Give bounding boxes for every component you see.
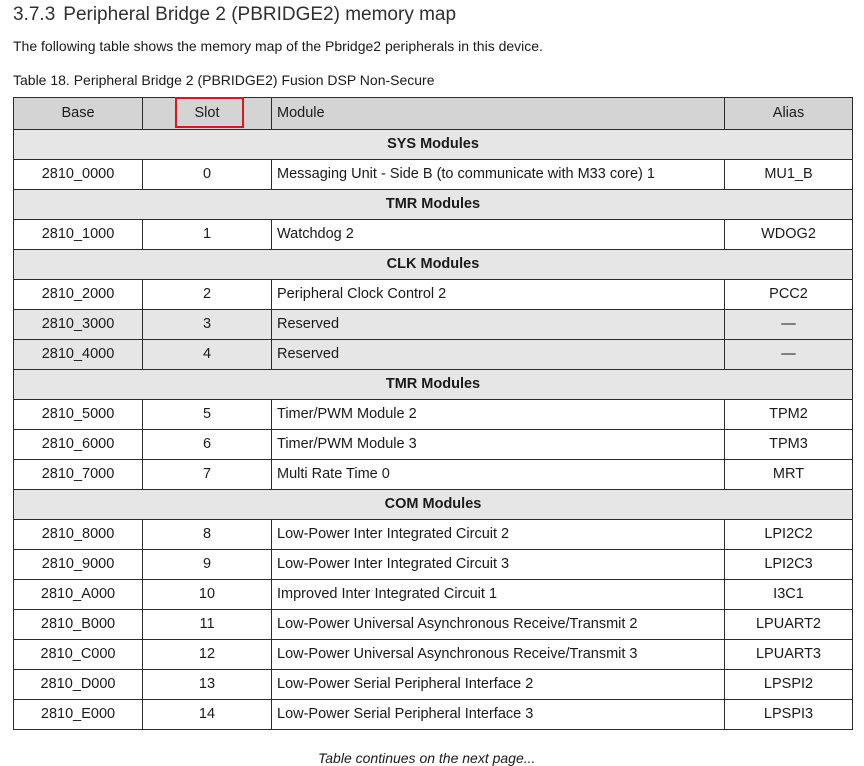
table-header-row: Base Slot Module Alias — [13, 97, 853, 130]
cell-base: 2810_D000 — [13, 669, 143, 700]
table-row: 2810_4000 4 Reserved — — [13, 339, 853, 370]
table-row: 2810_E000 14 Low-Power Serial Peripheral I… — [13, 699, 853, 730]
cell-module: Low-Power Universal Asynchronous Receive… — [271, 609, 725, 640]
cell-module: Improved Inter Integrated Circuit 1 — [271, 579, 725, 610]
cell-module: Watchdog 2 — [271, 219, 725, 250]
cell-slot: 4 — [142, 339, 272, 370]
table-row: 2810_5000 5 Timer/PWM Module 2 TPM2 — [13, 399, 853, 430]
cell-module: Reserved — [271, 309, 725, 340]
group-row: CLK Modules — [13, 249, 853, 280]
cell-base: 2810_C000 — [13, 639, 143, 670]
cell-module: Reserved — [271, 339, 725, 370]
group-label: TMR Modules — [13, 369, 853, 400]
cell-base: 2810_9000 — [13, 549, 143, 580]
table-row: 2810_1000 1 Watchdog 2 WDOG2 — [13, 219, 853, 250]
section-number: 3.7.3 — [13, 4, 56, 25]
cell-base: 2810_4000 — [13, 339, 143, 370]
cell-alias: LPUART2 — [724, 609, 853, 640]
table-row: 2810_7000 7 Multi Rate Time 0 MRT — [13, 459, 853, 490]
cell-base: 2810_7000 — [13, 459, 143, 490]
cell-base: 2810_0000 — [13, 159, 143, 190]
cell-module: Timer/PWM Module 2 — [271, 399, 725, 430]
cell-module: Low-Power Serial Peripheral Interface 2 — [271, 669, 725, 700]
cell-alias: LPI2C3 — [724, 549, 853, 580]
cell-module: Timer/PWM Module 3 — [271, 429, 725, 460]
table-row: 2810_0000 0 Messaging Unit - Side B (to co… — [13, 159, 853, 190]
cell-base: 2810_2000 — [13, 279, 143, 310]
cell-base: 2810_1000 — [13, 219, 143, 250]
group-label: CLK Modules — [13, 249, 853, 280]
group-label: SYS Modules — [13, 129, 853, 160]
cell-base: 2810_5000 — [13, 399, 143, 430]
cell-slot: 3 — [142, 309, 272, 340]
group-label: COM Modules — [13, 489, 853, 520]
table-row: 2810_9000 9 Low-Power Inter Integrated Cir… — [13, 549, 853, 580]
cell-alias: I3C1 — [724, 579, 853, 610]
cell-slot: 11 — [142, 609, 272, 640]
cell-alias: — — [724, 339, 853, 370]
cell-module: Low-Power Inter Integrated Circuit 3 — [271, 549, 725, 580]
cell-slot: 6 — [142, 429, 272, 460]
cell-alias: LPSPI2 — [724, 669, 853, 700]
cell-slot: 2 — [142, 279, 272, 310]
memory-map-table: Base Slot Module Alias SYS Modules 2810_0… — [13, 97, 853, 730]
cell-slot: 10 — [142, 579, 272, 610]
cell-slot: 7 — [142, 459, 272, 490]
section-heading: 3.7.3 Peripheral Bridge 2 (PBRIDGE2) memo… — [13, 4, 456, 26]
group-label: TMR Modules — [13, 189, 853, 220]
table-row: 2810_C000 12 Low-Power Universal Asynchron… — [13, 639, 853, 670]
cell-module: Messaging Unit - Side B (to communicate … — [271, 159, 725, 190]
header-base: Base — [13, 97, 143, 130]
header-alias: Alias — [724, 97, 853, 130]
cell-alias: LPI2C2 — [724, 519, 853, 550]
group-row: TMR Modules — [13, 189, 853, 220]
cell-module: Low-Power Inter Integrated Circuit 2 — [271, 519, 725, 550]
table-row: 2810_D000 13 Low-Power Serial Peripheral I… — [13, 669, 853, 700]
cell-slot: 0 — [142, 159, 272, 190]
cell-base: 2810_B000 — [13, 609, 143, 640]
table-continues-note: Table continues on the next page... — [318, 750, 536, 766]
group-row: SYS Modules — [13, 129, 853, 160]
table-row: 2810_6000 6 Timer/PWM Module 3 TPM3 — [13, 429, 853, 460]
cell-alias: PCC2 — [724, 279, 853, 310]
cell-slot: 5 — [142, 399, 272, 430]
cell-slot: 1 — [142, 219, 272, 250]
cell-base: 2810_3000 — [13, 309, 143, 340]
table-row: 2810_A000 10 Improved Inter Integrated Cir… — [13, 579, 853, 610]
cell-alias: WDOG2 — [724, 219, 853, 250]
cell-base: 2810_8000 — [13, 519, 143, 550]
cell-alias: TPM3 — [724, 429, 853, 460]
group-row: COM Modules — [13, 489, 853, 520]
cell-alias: LPUART3 — [724, 639, 853, 670]
cell-alias: MU1_B — [724, 159, 853, 190]
cell-slot: 13 — [142, 669, 272, 700]
table-row: 2810_2000 2 Peripheral Clock Control 2 PCC2 — [13, 279, 853, 310]
table-body: SYS Modules 2810_0000 0 Messaging Unit - Si… — [13, 129, 853, 730]
cell-alias: MRT — [724, 459, 853, 490]
table-row: 2810_8000 8 Low-Power Inter Integrated Cir… — [13, 519, 853, 550]
header-module: Module — [271, 97, 725, 130]
header-slot: Slot — [142, 97, 272, 130]
table-caption: Table 18. Peripheral Bridge 2 (PBRIDGE2)… — [13, 72, 435, 88]
cell-base: 2810_A000 — [13, 579, 143, 610]
table-row: 2810_B000 11 Low-Power Universal Asynchron… — [13, 609, 853, 640]
cell-module: Low-Power Universal Asynchronous Receive… — [271, 639, 725, 670]
cell-base: 2810_6000 — [13, 429, 143, 460]
section-title: Peripheral Bridge 2 (PBRIDGE2) memory ma… — [63, 4, 457, 25]
cell-base: 2810_E000 — [13, 699, 143, 730]
intro-paragraph: The following table shows the memory map… — [13, 38, 543, 54]
cell-module: Low-Power Serial Peripheral Interface 3 — [271, 699, 725, 730]
cell-alias: — — [724, 309, 853, 340]
cell-slot: 14 — [142, 699, 272, 730]
group-row: TMR Modules — [13, 369, 853, 400]
cell-slot: 9 — [142, 549, 272, 580]
cell-module: Multi Rate Time 0 — [271, 459, 725, 490]
cell-module: Peripheral Clock Control 2 — [271, 279, 725, 310]
table-row: 2810_3000 3 Reserved — — [13, 309, 853, 340]
cell-alias: TPM2 — [724, 399, 853, 430]
cell-alias: LPSPI3 — [724, 699, 853, 730]
cell-slot: 8 — [142, 519, 272, 550]
cell-slot: 12 — [142, 639, 272, 670]
